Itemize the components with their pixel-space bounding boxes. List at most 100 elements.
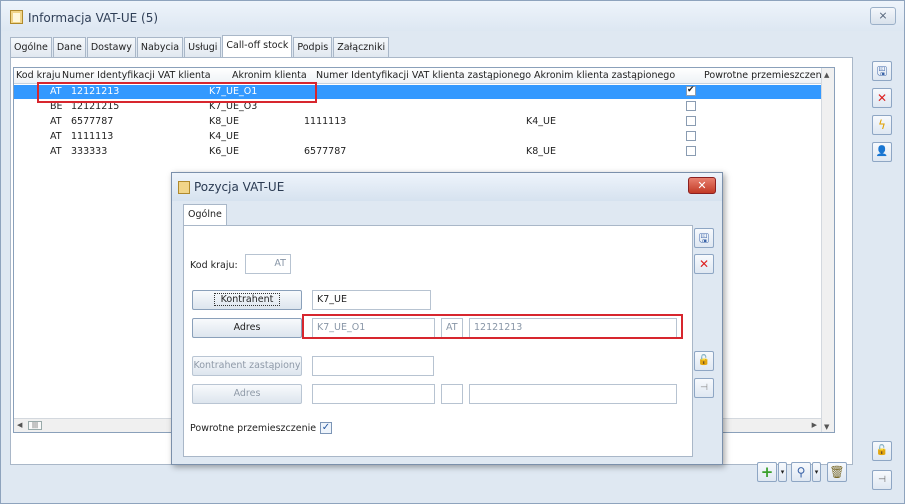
lock-button[interactable]: 🔓 (872, 441, 892, 461)
highlight-frame-address (302, 314, 683, 339)
cell-nip-zast: 6577787 (304, 146, 347, 157)
col-header-powrotne[interactable]: Powrotne przemieszczenie (704, 70, 830, 81)
save-icon: 🖫 (876, 64, 888, 78)
cell-nip: 1111113 (71, 131, 114, 142)
dialog-tab-ogolne[interactable]: Ogólne (183, 204, 227, 225)
scroll-up-icon[interactable]: ▲ (824, 71, 829, 79)
search-dropdown[interactable]: ▾ (812, 462, 821, 482)
cell-akronim: K8_UE (209, 116, 239, 127)
table-row[interactable]: AT 333333 K6_UE 6577787 K8_UE (14, 145, 821, 159)
powrotne-label: Powrotne przemieszczenie (190, 423, 317, 434)
row-checkbox-powrotne[interactable] (686, 116, 696, 126)
lock-icon: 🔓 (697, 355, 711, 366)
scroll-down-icon[interactable]: ▼ (824, 423, 829, 431)
users-icon: 👤 (875, 146, 889, 157)
row-checkbox-powrotne[interactable] (686, 131, 696, 141)
kontrahent-button-label: Kontrahent (213, 293, 281, 306)
scroll-thumb[interactable]: ||| (28, 421, 42, 430)
trash-icon: 🗑 (829, 465, 845, 479)
save-icon: 🖫 (698, 231, 710, 245)
cell-akronim: K4_UE (209, 131, 239, 142)
tab-ogolne[interactable]: Ogólne (10, 37, 52, 57)
kontrahent-zastapiony-button[interactable]: Kontrahent zastąpiony (192, 356, 302, 376)
window-close-button[interactable]: ⨯ (870, 7, 896, 25)
window-title: Informacja VAT-UE (5) (28, 11, 159, 25)
adres-zastapiony-button[interactable]: Adres (192, 384, 302, 404)
col-header-akronim[interactable]: Akronim klienta (232, 70, 307, 81)
cell-nip: 6577787 (71, 116, 114, 127)
kontrahent-zastapiony-field[interactable] (312, 356, 434, 376)
delete-icon: ✕ (876, 91, 888, 105)
pin-button[interactable]: ⊣ (872, 470, 892, 490)
dialog-save-button[interactable]: 🖫 (694, 228, 714, 248)
delete-icon: ✕ (698, 257, 710, 271)
col-header-akronim-zast[interactable]: Akronim klienta zastąpionego (534, 70, 675, 81)
kod-kraju-label: Kod kraju: (190, 260, 238, 271)
cell-kod: AT (50, 131, 62, 142)
main-window: Informacja VAT-UE (5) ⨯ Ogólne Dane Dost… (0, 0, 905, 504)
row-checkbox-powrotne[interactable] (686, 85, 696, 96)
table-row[interactable]: AT 6577787 K8_UE 1111113 K4_UE (14, 115, 821, 129)
tab-dostawy[interactable]: Dostawy (86, 37, 136, 57)
delete-button[interactable]: ✕ (872, 88, 892, 108)
search-button[interactable]: ⚲ (791, 462, 811, 482)
tab-strip: Ogólne Dane Dostawy Nabycia Usługi Call-… (10, 35, 390, 57)
pin-icon: ⊣ (700, 383, 708, 393)
tab-podpis[interactable]: Podpis (293, 37, 333, 57)
refresh-button[interactable]: ϟ (872, 115, 892, 135)
dropdown-arrow-icon: ▾ (780, 468, 785, 476)
magnifier-icon: ⚲ (796, 465, 806, 479)
cell-kod: AT (50, 146, 62, 157)
row-checkbox-powrotne[interactable] (686, 101, 696, 111)
cell-kod: AT (50, 116, 62, 127)
add-button[interactable]: + (757, 462, 777, 482)
col-header-kod-kraju[interactable]: Kod kraju (16, 70, 61, 81)
tab-uslugi[interactable]: Usługi (184, 37, 222, 57)
kod-kraju-field[interactable]: AT (245, 254, 291, 274)
kontrahent-button[interactable]: Kontrahent (192, 290, 302, 310)
tab-zalaczniki[interactable]: Załączniki (333, 37, 390, 57)
document-icon (10, 10, 23, 24)
pozycja-vat-ue-dialog: Pozycja VAT-UE ✕ Ogólne Kod kraju: AT Ko… (171, 172, 723, 465)
vertical-scrollbar[interactable]: ▲ ▼ (821, 68, 834, 432)
cell-nip: 333333 (71, 146, 108, 157)
cell-akronim-zast: K8_UE (526, 146, 556, 157)
dialog-close-button[interactable]: ✕ (688, 177, 716, 194)
tab-dane[interactable]: Dane (52, 37, 86, 57)
document-icon (178, 181, 190, 194)
trash-button[interactable]: 🗑 (827, 462, 847, 482)
table-row[interactable]: AT 1111113 K4_UE (14, 130, 821, 144)
scroll-left-icon[interactable]: ◀ (17, 421, 22, 429)
cell-akronim-zast: K4_UE (526, 116, 556, 127)
adres-zastapiony-kraj-field[interactable] (441, 384, 463, 404)
users-button[interactable]: 👤 (872, 142, 892, 162)
lightning-icon: ϟ (878, 118, 886, 132)
tab-nabycia[interactable]: Nabycia (136, 37, 184, 57)
kontrahent-field[interactable]: K7_UE (312, 290, 431, 310)
dialog-pin-button[interactable]: ⊣ (694, 378, 714, 398)
dialog-title-bar: Pozycja VAT-UE ✕ (172, 173, 722, 201)
dialog-panel: Kod kraju: AT Kontrahent K7_UE Adres K7_… (183, 225, 693, 457)
title-bar: Informacja VAT-UE (5) ⨯ (1, 1, 904, 31)
dialog-lock-button[interactable]: 🔓 (694, 351, 714, 371)
adres-button[interactable]: Adres (192, 318, 302, 338)
dialog-title: Pozycja VAT-UE (194, 180, 285, 194)
pin-icon: ⊣ (878, 475, 886, 485)
plus-icon: + (760, 463, 774, 481)
scroll-right-icon[interactable]: ▶ (812, 421, 817, 429)
highlight-frame-row (37, 82, 317, 103)
cell-nip-zast: 1111113 (304, 116, 347, 127)
cell-akronim: K6_UE (209, 146, 239, 157)
save-button[interactable]: 🖫 (872, 61, 892, 81)
row-checkbox-powrotne[interactable] (686, 146, 696, 156)
add-dropdown[interactable]: ▾ (778, 462, 787, 482)
dropdown-arrow-icon: ▾ (814, 468, 819, 476)
lock-icon: 🔓 (875, 445, 889, 456)
tab-call-off-stock[interactable]: Call-off stock (222, 35, 293, 57)
powrotne-checkbox[interactable]: ✓ (320, 422, 332, 434)
dialog-delete-button[interactable]: ✕ (694, 254, 714, 274)
adres-zastapiony-field[interactable] (312, 384, 435, 404)
col-header-nip-zast[interactable]: Numer Identyfikacji VAT klienta zastąpio… (316, 70, 531, 81)
col-header-nip[interactable]: Numer Identyfikacji VAT klienta (62, 70, 211, 81)
adres-zastapiony-nip-field[interactable] (469, 384, 677, 404)
